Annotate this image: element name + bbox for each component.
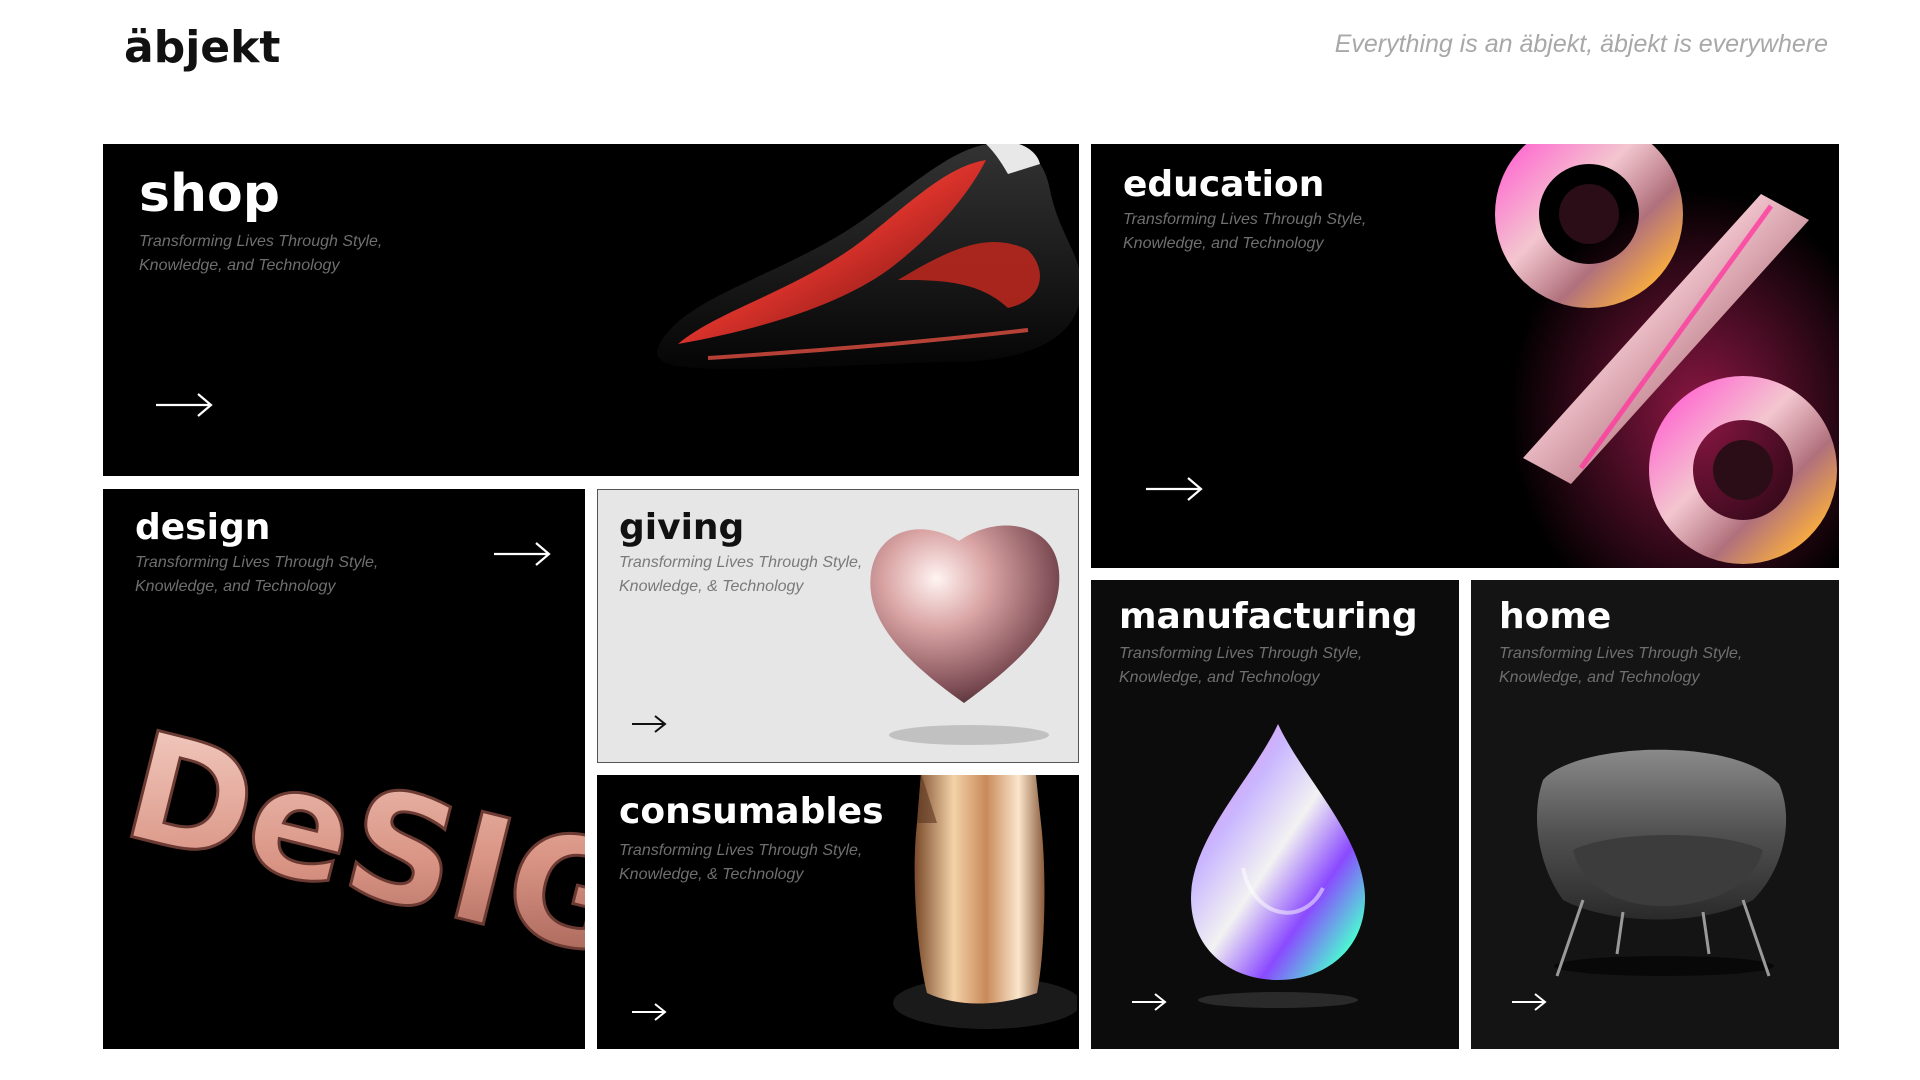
tile-subtitle: Transforming Lives Through Style, Knowle… (1123, 211, 1367, 252)
shoe-image (657, 144, 1079, 370)
tile-title: design (135, 507, 271, 548)
iridescent-drop-image (1191, 724, 1365, 1008)
tile-title: consumables (619, 791, 884, 832)
tagline: Everything is an äbjekt, äbjekt is every… (1334, 30, 1828, 58)
arrow-right-icon[interactable] (631, 1001, 667, 1023)
heart-image (870, 525, 1060, 745)
tile-title: manufacturing (1119, 596, 1418, 637)
tile-consumables[interactable]: consumables Transforming Lives Through S… (597, 775, 1079, 1049)
arrow-right-icon[interactable] (493, 541, 551, 567)
arrow-right-icon[interactable] (1131, 991, 1167, 1013)
tile-subtitle: Transforming Lives Through Style, Knowle… (1499, 645, 1743, 686)
tile-subtitle: Transforming Lives Through Style, Knowle… (619, 554, 863, 595)
tile-title: giving (619, 507, 745, 548)
tile-education[interactable]: education Transforming Lives Through Sty… (1091, 144, 1839, 568)
tile-design[interactable]: design Transforming Lives Through Style,… (103, 489, 585, 1049)
armchair-image (1536, 749, 1787, 977)
tile-title: shop (139, 164, 280, 224)
tile-subtitle: Transforming Lives Through Style, Knowle… (139, 233, 383, 274)
arrow-right-icon[interactable] (155, 392, 213, 418)
tile-subtitle: Transforming Lives Through Style, Knowle… (1119, 645, 1363, 686)
tile-giving[interactable]: giving Transforming Lives Through Style,… (597, 489, 1079, 763)
tile-subtitle: Transforming Lives Through Style, Knowle… (619, 842, 863, 883)
arrow-right-icon[interactable] (1511, 991, 1547, 1013)
logo[interactable]: äbjekt (124, 22, 280, 73)
tile-manufacturing[interactable]: manufacturing Transforming Lives Through… (1091, 580, 1459, 1049)
tile-title: home (1499, 596, 1612, 637)
tile-home[interactable]: home Transforming Lives Through Style, K… (1471, 580, 1839, 1049)
arrow-right-icon[interactable] (631, 713, 667, 735)
design-art-text: DeSIGN (109, 699, 585, 1022)
coffee-bag-image (893, 775, 1077, 1029)
percent-symbol-image (1471, 144, 1839, 568)
design-letters-image: DeSIGN (108, 698, 585, 1024)
arrow-right-icon[interactable] (1145, 476, 1203, 502)
tile-title: education (1123, 164, 1325, 205)
tile-subtitle: Transforming Lives Through Style, Knowle… (135, 554, 379, 595)
tile-shop[interactable]: shop Transforming Lives Through Style, K… (103, 144, 1079, 476)
